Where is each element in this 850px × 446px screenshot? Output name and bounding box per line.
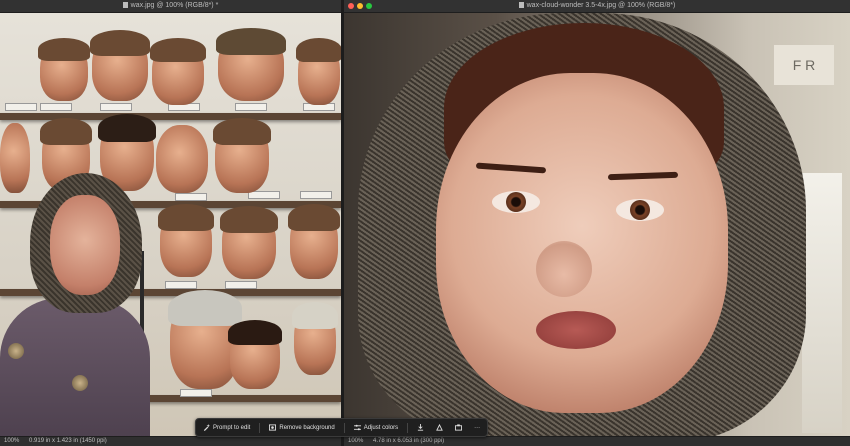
hair — [220, 206, 278, 233]
iris — [506, 192, 526, 212]
adjust-colors-button[interactable]: Adjust colors — [351, 422, 401, 433]
right-image-canvas[interactable]: F R — [344, 13, 850, 437]
left-zoom-level[interactable]: 100% — [4, 438, 19, 444]
contextual-task-bar: Prompt to edit Remove background Adjust … — [195, 418, 489, 437]
wax-head — [150, 38, 206, 105]
shelf-label — [100, 103, 132, 111]
prompt-to-edit-button[interactable]: Prompt to edit — [200, 422, 253, 433]
shelf-label — [40, 103, 72, 111]
hair — [213, 118, 271, 146]
right-eye — [616, 199, 664, 221]
more-options-button[interactable]: ··· — [471, 423, 483, 433]
hair — [98, 114, 156, 143]
wax-head — [292, 302, 338, 375]
left-status-bar: 100% 0.919 in x 1.423 in (1450 ppi) — [0, 436, 341, 446]
shelf-label — [175, 193, 207, 201]
divider — [343, 422, 345, 433]
left-image-canvas[interactable] — [0, 13, 341, 437]
wax-head — [288, 204, 340, 279]
right-titlebar[interactable]: wax-cloud-wonder 3.5-4x.jpg @ 100% (RGB/… — [344, 0, 850, 13]
right-document-window[interactable]: wax-cloud-wonder 3.5-4x.jpg @ 100% (RGB/… — [344, 0, 850, 446]
face — [436, 73, 728, 413]
prompt-to-edit-label: Prompt to edit — [213, 424, 251, 431]
document-icon — [122, 2, 128, 8]
wax-head — [216, 28, 286, 101]
close-window-button[interactable] — [348, 3, 354, 9]
shelf-label — [300, 191, 332, 199]
left-window-title: wax.jpg @ 100% (RGB/8*) * — [130, 2, 219, 9]
adjust-colors-label: Adjust colors — [363, 424, 399, 431]
right-eyebrow — [607, 171, 679, 181]
wax-head — [158, 204, 214, 277]
image-cutout-icon — [269, 424, 277, 431]
shelf-label — [248, 191, 280, 199]
left-eyebrow — [475, 162, 547, 174]
right-status-bar: 100% 4.78 in x 6.053 in (300 ppi) — [344, 436, 850, 446]
iris — [630, 200, 650, 220]
shelf-label — [180, 389, 212, 397]
mask-icon — [436, 424, 443, 431]
remove-background-button[interactable]: Remove background — [266, 422, 337, 433]
mannequin-face — [50, 195, 120, 295]
wax-head — [38, 38, 90, 101]
hair — [158, 204, 214, 231]
white-hair — [292, 302, 338, 329]
divider — [259, 422, 261, 433]
shelf-label — [165, 281, 197, 289]
hair — [288, 204, 340, 232]
document-icon — [518, 2, 524, 8]
background-sign: F R — [774, 45, 834, 85]
more-icon: ··· — [474, 424, 481, 431]
sliders-icon — [353, 424, 361, 431]
brooch — [8, 343, 24, 359]
shelf-label — [5, 103, 37, 111]
sparkle-pen-icon — [203, 424, 210, 431]
left-eye — [492, 191, 540, 213]
mannequin-body — [0, 298, 150, 437]
download-button[interactable] — [414, 422, 427, 433]
zoom-window-button[interactable] — [366, 3, 372, 9]
white-hair — [168, 290, 242, 327]
hair — [40, 118, 92, 145]
shelf — [0, 113, 341, 120]
remove-background-label: Remove background — [279, 424, 335, 431]
window-controls — [348, 3, 372, 9]
right-zoom-level[interactable]: 100% — [348, 438, 363, 444]
wax-head — [296, 38, 341, 105]
mask-button[interactable] — [433, 422, 446, 433]
shelf-label — [235, 103, 267, 111]
right-doc-info[interactable]: 4.78 in x 6.053 in (300 ppi) — [373, 438, 444, 444]
wax-head — [213, 118, 271, 193]
minimize-window-button[interactable] — [357, 3, 363, 9]
left-document-window[interactable]: wax.jpg @ 100% (RGB/8*) * 100% 0.919 in … — [0, 0, 341, 446]
lips — [536, 311, 616, 349]
hair — [228, 320, 282, 346]
wax-head — [156, 125, 208, 193]
shelf-label — [225, 281, 257, 289]
background-cabinet — [802, 173, 842, 433]
hair — [90, 30, 150, 56]
divider — [407, 422, 409, 433]
hair — [150, 38, 206, 63]
wax-head — [90, 30, 150, 101]
wax-head — [220, 206, 278, 279]
nose — [536, 241, 592, 297]
right-window-title: wax-cloud-wonder 3.5-4x.jpg @ 100% (RGB/… — [526, 2, 676, 9]
share-icon — [455, 424, 463, 431]
left-doc-info[interactable]: 0.919 in x 1.423 in (1450 ppi) — [29, 438, 107, 444]
hat — [216, 28, 286, 55]
download-icon — [417, 424, 424, 431]
share-button[interactable] — [452, 422, 465, 433]
hair — [38, 38, 90, 61]
brooch — [72, 375, 88, 391]
wax-head — [228, 320, 282, 389]
left-titlebar[interactable]: wax.jpg @ 100% (RGB/8*) * — [0, 0, 341, 13]
hair — [296, 38, 341, 63]
wax-head — [0, 123, 30, 193]
